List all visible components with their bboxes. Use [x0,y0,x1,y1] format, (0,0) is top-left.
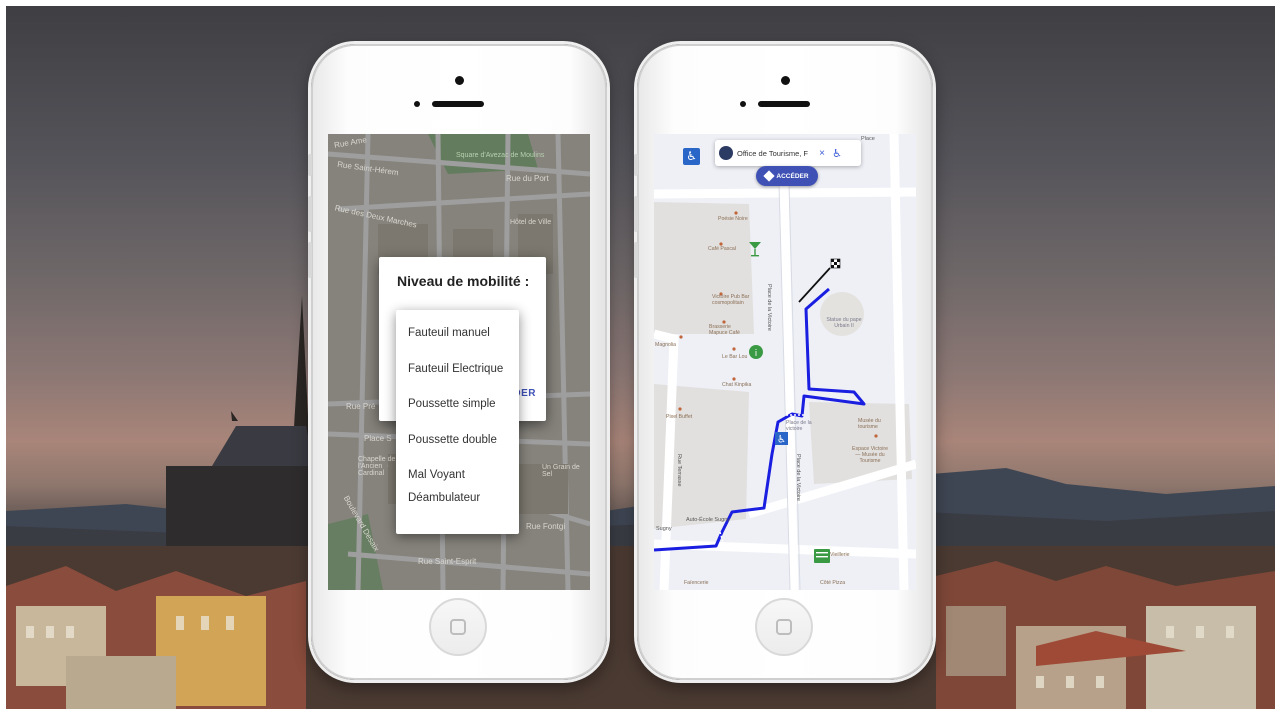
destination-search-field[interactable]: Office de Tourisme, F × ♿ [715,140,861,166]
map-label: Place S [364,434,392,443]
left-screen: Rue Ame Rue Saint-Hérem Square d'Avezac … [328,134,590,590]
poi-label: Le Bar Lou [722,354,748,360]
map-label: Rue Saint-Esprit [418,557,477,566]
map-label: Rue Fontgi [526,522,566,531]
left-phone: Rue Ame Rue Saint-Hérem Square d'Avezac … [308,44,607,680]
earpiece-speaker [758,101,810,107]
home-button[interactable] [429,598,487,656]
destination-value[interactable]: Office de Tourisme, F [737,149,813,158]
street-label: Rue Terrasse [676,454,682,487]
acceder-label: ACCÉDER [776,172,809,180]
map-label: Rue du Port [506,174,549,183]
poi-label: Chat Kinpika [722,382,752,388]
street-label: Place de la Victoire [795,454,801,501]
acceder-button[interactable]: ACCÉDER [756,166,818,186]
dialog-title: Niveau de mobilité : [397,273,530,289]
wheelchair-mode-icon[interactable]: ♿ [683,148,700,165]
volume-down-button [634,242,638,278]
poi-label: Magnolia [655,342,677,348]
poi-label: Côté Pizza [820,580,846,586]
poi-label: Brasserie Mapuce Café [709,324,740,337]
home-button[interactable] [755,598,813,656]
walk-icon[interactable]: ♿ [831,147,843,160]
poi-label: Faïencerie [684,580,709,586]
mute-switch [634,154,638,176]
map-label: Rue Pré [346,402,376,411]
front-camera [455,76,464,85]
poi-label: Café Pascal [708,246,736,252]
directions-icon [763,170,776,182]
option-fauteuil-manuel[interactable]: Fauteuil manuel [396,316,519,352]
option-fauteuil-electrique[interactable]: Fauteuil Electrique [396,352,519,388]
poi-label: Espace Victoire — Musée du Tourisme [852,446,888,465]
right-phone: i ♿ ♿ Office de Tourisme, F × ♿ Place AC… [634,44,933,680]
svg-text:i: i [755,349,758,359]
poi-label: Musée du tourisme [858,418,881,431]
volume-up-button [308,196,312,232]
poi-label: Statue du pape Urbain II [826,317,862,330]
place-avatar-icon [719,146,733,160]
earpiece-speaker [432,101,484,107]
street-label: Place [861,136,875,142]
poi-label: Place de la victoire [786,420,812,433]
proximity-sensor [740,101,746,107]
poi-label: Victoire Pub Bar cosmopolitain [712,294,750,307]
proximity-sensor [414,101,420,107]
option-poussette-simple[interactable]: Poussette simple [396,387,519,423]
street-label: Place de la Victoire [766,284,772,331]
option-deambulateur[interactable]: Déambulateur [396,486,519,510]
clear-icon[interactable]: × [817,148,827,159]
front-camera [781,76,790,85]
home-square-icon [776,619,792,635]
right-screen: i ♿ ♿ Office de Tourisme, F × ♿ Place AC… [654,134,916,590]
poi-label: Pixel Buffet [666,414,693,420]
poi-label: Vieillerie [830,552,850,558]
poi-label: Poésie Noire [718,216,748,222]
mobility-dropdown: Fauteuil manuel Fauteuil Electrique Pous… [396,310,519,534]
home-square-icon [450,619,466,635]
street-label: Auto-École Sugny [686,517,731,523]
mute-switch [308,154,312,176]
map-label: Hôtel de Ville [510,219,552,226]
street-label: Sugny [656,526,672,532]
option-poussette-double[interactable]: Poussette double [396,423,519,459]
svg-text:♿: ♿ [777,435,786,446]
volume-down-button [308,242,312,278]
map-label: Un Grain de Sel [542,464,580,478]
map-label: Square d'Avezac de Moulins [456,152,545,159]
volume-up-button [634,196,638,232]
